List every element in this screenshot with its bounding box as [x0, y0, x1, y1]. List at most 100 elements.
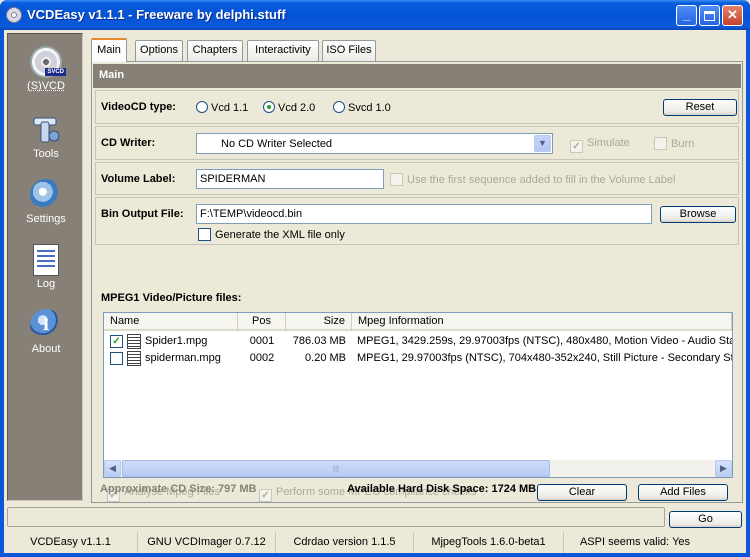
checkbox-label: Simulate	[587, 137, 630, 149]
checkbox-box[interactable]: ✓	[570, 140, 583, 153]
cd-writer-select[interactable]: No CD Writer Selected ▼	[196, 133, 553, 154]
film-icon	[127, 334, 141, 349]
checkbox-box[interactable]	[198, 228, 211, 241]
file-name: Spider1.mpg	[145, 335, 208, 347]
sidebar-item-about[interactable]: i About	[8, 309, 84, 355]
sidebar-item-label: Settings	[26, 213, 66, 225]
info-icon: i	[30, 309, 62, 341]
scroll-thumb[interactable]: |||	[122, 460, 550, 477]
column-size[interactable]: Size	[286, 313, 352, 331]
radio-label: Vcd 1.1	[211, 102, 249, 114]
client-area: SVCD (S)VCD Tools Settings Log i About M…	[4, 30, 746, 553]
use-first-sequence-checkbox[interactable]: Use the first sequence added to fill in …	[390, 173, 675, 186]
bin-output-label: Bin Output File:	[101, 208, 184, 220]
horizontal-scrollbar[interactable]: ◀ ||| ▶	[104, 460, 732, 477]
checkbox-box[interactable]: ✓	[259, 489, 272, 502]
file-pos: 0001	[249, 335, 275, 347]
volume-label-row: Volume Label: SPIDERMAN Use the first se…	[95, 162, 739, 195]
row-checkbox[interactable]: ✓	[110, 335, 123, 348]
cd-writer-row: CD Writer: No CD Writer Selected ▼ ✓ Simu…	[95, 126, 739, 160]
tools-icon	[30, 114, 62, 146]
maximize-icon	[704, 11, 715, 21]
burn-checkbox[interactable]: Burn	[654, 137, 694, 150]
scroll-right-icon[interactable]: ▶	[715, 460, 732, 477]
status-aspi: ASPI seems valid: Yes	[579, 536, 691, 548]
column-mpeg-info[interactable]: Mpeg Information	[352, 313, 732, 331]
volume-label-input[interactable]: SPIDERMAN	[196, 169, 384, 189]
go-button[interactable]: Go	[669, 511, 742, 528]
radio-svcd10[interactable]: Svcd 1.0	[333, 101, 391, 114]
bin-output-row: Bin Output File: F:\TEMP\videocd.bin Bro…	[95, 197, 739, 245]
section-title: Main	[93, 64, 741, 88]
table-row[interactable]: spiderman.mpg 0002 0.20 MB MPEG1, 29.970…	[104, 350, 732, 367]
sidebar-item-settings[interactable]: Settings	[8, 179, 84, 225]
tab-interactivity[interactable]: Interactivity	[247, 40, 319, 61]
row-checkbox[interactable]	[110, 352, 123, 365]
log-icon	[33, 244, 59, 276]
approx-cd-size: Approximate CD Size: 797 MB	[100, 483, 257, 495]
sidebar-item-log[interactable]: Log	[8, 244, 84, 290]
checkbox-label: Generate the XML file only	[215, 229, 345, 241]
sidebar-item-label: (S)VCD	[27, 80, 65, 92]
checkbox-label: Burn	[671, 138, 695, 150]
table-row[interactable]: ✓ Spider1.mpg 0001 786.03 MB MPEG1, 3429…	[104, 333, 732, 350]
radio-vcd11[interactable]: Vcd 1.1	[196, 101, 248, 114]
close-button[interactable]: ✕	[722, 5, 743, 26]
cd-icon: SVCD	[30, 46, 66, 78]
simulate-checkbox[interactable]: ✓ Simulate	[570, 137, 630, 153]
minimize-button[interactable]: _	[676, 5, 697, 26]
status-bar: VCDEasy v1.1.1 GNU VCDImager 0.7.12 Cdrd…	[4, 532, 746, 553]
tab-chapters[interactable]: Chapters	[187, 40, 243, 61]
radio-label: Vcd 2.0	[278, 102, 316, 114]
title-bar[interactable]: VCDEasy v1.1.1 - Freeware by delphi.stuf…	[0, 0, 750, 30]
radio-button[interactable]	[263, 101, 275, 113]
videocd-type-row: VideoCD type: Vcd 1.1 Vcd 2.0 Svcd 1.0 R…	[95, 90, 739, 124]
volume-label-label: Volume Label:	[101, 173, 176, 185]
column-name[interactable]: Name	[104, 313, 238, 331]
sidebar-item-svcd[interactable]: SVCD (S)VCD	[8, 46, 84, 92]
tab-main[interactable]: Main	[91, 38, 127, 62]
radio-button[interactable]	[196, 101, 208, 113]
chevron-down-icon[interactable]: ▼	[534, 135, 551, 152]
files-list[interactable]: Name Pos Size Mpeg Information ✓ Spider1…	[103, 312, 733, 478]
file-mpeg-info: MPEG1, 3429.259s, 29.97003fps (NTSC), 48…	[357, 335, 732, 347]
settings-icon	[30, 179, 62, 211]
status-version: VCDEasy v1.1.1	[4, 532, 138, 553]
tab-iso-files[interactable]: ISO Files	[322, 40, 376, 61]
svcd-badge: SVCD	[45, 68, 66, 76]
tab-options[interactable]: Options	[135, 40, 183, 61]
app-window: VCDEasy v1.1.1 - Freeware by delphi.stuf…	[0, 0, 750, 557]
videocd-type-label: VideoCD type:	[101, 101, 176, 113]
checkbox-box[interactable]	[654, 137, 667, 150]
sidebar: SVCD (S)VCD Tools Settings Log i About	[7, 33, 83, 501]
app-cd-icon[interactable]	[6, 7, 22, 23]
cd-writer-label: CD Writer:	[101, 137, 156, 149]
cd-writer-value: No CD Writer Selected	[221, 138, 333, 150]
window-title: VCDEasy v1.1.1 - Freeware by delphi.stuf…	[27, 7, 286, 22]
reset-button[interactable]: Reset	[663, 99, 737, 116]
clear-button[interactable]: Clear	[537, 484, 627, 501]
radio-vcd20[interactable]: Vcd 2.0	[263, 101, 315, 114]
browse-button[interactable]: Browse	[660, 206, 736, 223]
checkbox-box[interactable]	[390, 173, 403, 186]
radio-label: Svcd 1.0	[348, 102, 391, 114]
main-panel: Main VideoCD type: Vcd 1.1 Vcd 2.0 Svcd …	[91, 61, 743, 503]
scroll-left-icon[interactable]: ◀	[104, 460, 121, 477]
radio-button[interactable]	[333, 101, 345, 113]
checkbox-label: Use the first sequence added to fill in …	[407, 174, 676, 186]
file-name: spiderman.mpg	[145, 352, 221, 364]
xml-only-checkbox[interactable]: Generate the XML file only	[198, 228, 345, 241]
column-pos[interactable]: Pos	[238, 313, 286, 331]
available-disk-space: Available Hard Disk Space: 1724 MB	[347, 483, 537, 495]
progress-bar	[7, 507, 665, 527]
sidebar-item-label: Log	[36, 278, 56, 290]
close-icon: ✕	[727, 7, 738, 22]
sidebar-item-tools[interactable]: Tools	[8, 114, 84, 160]
file-size: 0.20 MB	[305, 352, 346, 364]
maximize-button[interactable]	[699, 5, 720, 26]
bin-output-input[interactable]: F:\TEMP\videocd.bin	[196, 204, 652, 224]
files-label: MPEG1 Video/Picture files:	[101, 292, 242, 304]
status-cdrdao: Cdrdao version 1.1.5	[276, 532, 414, 553]
add-files-button[interactable]: Add Files	[638, 484, 728, 501]
status-vcdimager: GNU VCDImager 0.7.12	[138, 532, 276, 553]
